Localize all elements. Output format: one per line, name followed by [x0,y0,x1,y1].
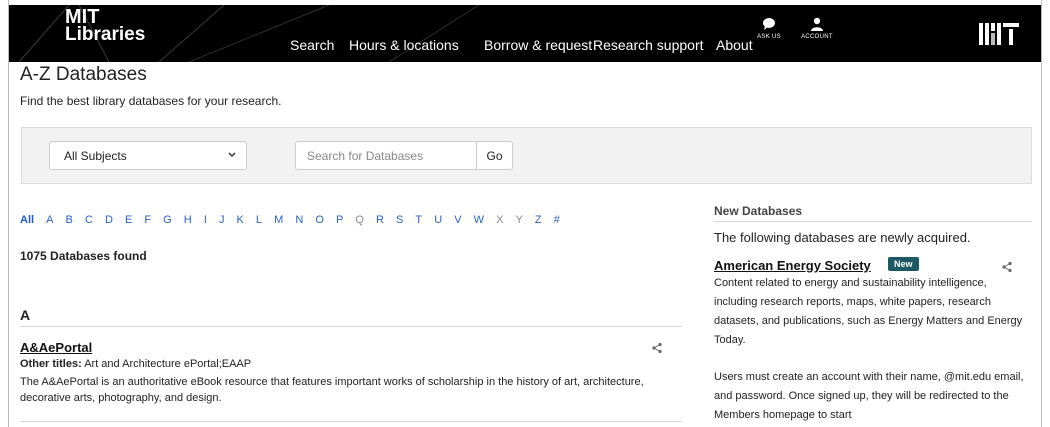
alpha-letter-u[interactable]: U [434,214,442,226]
alpha-letter-p[interactable]: P [336,214,343,226]
new-database-access-note: Users must create an account with their … [714,371,1024,421]
header-decorative-lines [18,5,480,62]
alpha-letter-g[interactable]: G [163,214,172,226]
alpha-letter-z[interactable]: Z [535,214,542,226]
section-heading: A [20,307,31,323]
alpha-letter-a[interactable]: A [46,214,53,226]
mit-logo-icon[interactable] [979,23,1019,45]
database-search-input[interactable]: Search for Databases [295,141,477,170]
new-badge: New [888,257,919,271]
alpha-letter-k[interactable]: K [237,214,244,226]
alpha-letter-c[interactable]: C [85,214,93,226]
go-button[interactable]: Go [476,141,513,170]
share-icon[interactable] [651,342,663,354]
alpha-letter-q[interactable]: Q [355,214,364,226]
section-divider [20,326,682,327]
alpha-letter-hash[interactable]: # [554,214,560,226]
alpha-letter-m[interactable]: M [274,214,283,226]
alpha-letter-i[interactable]: I [204,214,207,226]
other-titles-value: Art and Architecture ePortal;EAAP [84,358,252,370]
alpha-letter-n[interactable]: N [295,214,303,226]
other-titles: Other titles: Art and Architecture ePort… [20,358,251,370]
alpha-letter-y[interactable]: Y [516,214,523,226]
nav-research-support[interactable]: Research support [593,37,704,53]
subject-select-value: All Subjects [64,149,127,163]
user-icon [811,17,823,31]
chevron-down-icon [228,152,236,158]
database-description: The A&AePortal is an authoritative eBook… [20,376,644,404]
page-subtitle: Find the best library databases for your… [20,94,282,108]
page-title: A-Z Databases [20,64,147,85]
ask-us-button[interactable]: ASK US [749,17,789,40]
alpha-letter-f[interactable]: F [144,214,151,226]
new-database-description: Content related to energy and sustainabi… [714,277,1023,346]
other-titles-label: Other titles: [20,358,82,370]
sidebar-divider [714,221,1032,222]
alpha-letter-x[interactable]: X [496,214,503,226]
alpha-letter-e[interactable]: E [125,214,132,226]
share-icon[interactable] [1001,261,1013,273]
nav-borrow-request[interactable]: Borrow & request [484,37,592,53]
new-database-title-link[interactable]: American Energy Society [714,258,871,273]
new-databases-heading: New Databases [714,204,803,218]
mit-libraries-logo[interactable]: MIT Libraries [65,7,146,45]
logo-line-libraries: Libraries [65,24,146,45]
alpha-all[interactable]: All [20,214,34,226]
nav-about[interactable]: About [716,37,753,53]
site-header: MIT Libraries Search Hours & locations B… [9,5,1041,62]
alpha-letter-h[interactable]: H [184,214,192,226]
chat-bubble-icon [763,18,775,30]
alpha-letter-v[interactable]: V [454,214,461,226]
alpha-letter-w[interactable]: W [474,214,484,226]
alpha-letter-t[interactable]: T [415,214,422,226]
alpha-letter-j[interactable]: J [219,214,225,226]
alphabet-nav: All A B C D E F G H I J K L M N O P Q R … [20,214,569,226]
alpha-letter-s[interactable]: S [396,214,403,226]
account-label: ACCOUNT [801,34,833,40]
new-databases-intro: The following databases are newly acquir… [714,230,971,245]
alpha-letter-d[interactable]: D [105,214,113,226]
database-title-link[interactable]: A&AePortal [20,340,92,355]
subject-select[interactable]: All Subjects [49,141,247,170]
alpha-letter-r[interactable]: R [376,214,384,226]
account-button[interactable]: ACCOUNT [797,17,837,40]
alpha-letter-b[interactable]: B [66,214,73,226]
ask-us-label: ASK US [757,34,781,40]
alpha-letter-l[interactable]: L [256,214,262,226]
filter-bar: All Subjects Search for Databases Go [21,127,1032,184]
results-count: 1075 Databases found [20,249,147,263]
nav-hours-locations[interactable]: Hours & locations [349,37,459,53]
nav-search[interactable]: Search [290,37,334,53]
result-divider [20,421,682,422]
alpha-letter-o[interactable]: O [315,214,324,226]
